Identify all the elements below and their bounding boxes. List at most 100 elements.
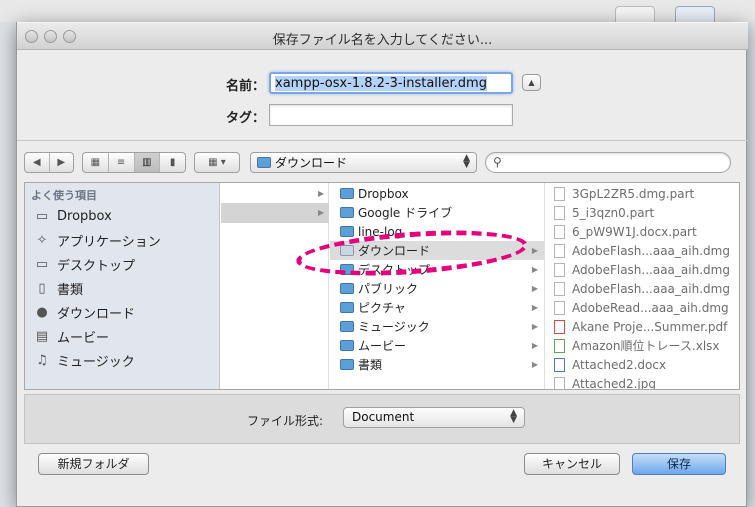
location-popup[interactable]: ダウンロード ▲ ▼ <box>250 152 477 173</box>
arrange-button[interactable]: ▦ ▾ <box>195 153 239 172</box>
sidebar-item-documents[interactable]: ▯ 書類 <box>33 277 83 299</box>
grid-icon: ▦ <box>90 157 101 168</box>
file-icon <box>554 205 565 220</box>
view-mode-control: ▦ ≡ ▥ ▮ <box>82 152 186 173</box>
coverflow-view-button[interactable]: ▮ <box>160 153 185 172</box>
filename-input[interactable]: xampp-osx-1.8.2-3-installer.dmg <box>269 72 513 94</box>
forward-button[interactable]: ▶ <box>50 153 74 172</box>
file-browser: よく使う項目 ▭ Dropbox ✧ アプリケーション ▭ デスクトップ ▯ 書… <box>24 182 740 390</box>
list-item: AdobeFlash...aaa_aih.dmg <box>546 241 739 260</box>
list-item: Akane Proje...Summer.pdf <box>546 317 739 336</box>
list-item[interactable]: ▶ Dropbox <box>318 184 544 203</box>
list-item-downloads-selected[interactable]: ダウンロード ▶ <box>330 241 544 260</box>
downloads-folder-icon <box>340 245 354 256</box>
list-item: 3GpL2ZR5.dmg.part <box>546 184 739 203</box>
spreadsheet-icon <box>554 338 565 353</box>
tag-label: タグ： <box>225 111 265 126</box>
pdf-icon <box>554 319 565 334</box>
folder-icon <box>340 207 354 218</box>
list-item[interactable]: ▶ Google ドライブ <box>318 203 544 222</box>
list-item: Attached2.docx <box>546 355 739 374</box>
disk-image-icon <box>554 243 565 258</box>
downloads-folder-icon <box>257 157 271 168</box>
list-view-button[interactable]: ≡ <box>109 153 135 172</box>
expand-dialog-button[interactable]: ▲ <box>522 74 541 91</box>
sidebar-item-label: デスクトップ <box>57 258 136 274</box>
background-tab <box>675 6 715 22</box>
list-item[interactable]: ムービー ▶ <box>330 336 544 355</box>
folder-icon <box>340 264 354 275</box>
format-label: ファイル形式: <box>247 414 324 428</box>
background-window-right <box>747 22 755 507</box>
disk-image-icon <box>554 281 565 296</box>
word-document-icon <box>554 357 565 372</box>
column-view-button[interactable]: ▥ <box>134 153 161 172</box>
disk-image-icon <box>554 262 565 277</box>
applications-icon: ✧ <box>36 232 48 248</box>
format-popup[interactable]: Document ▲ ▼ <box>343 407 525 428</box>
list-item: 6_pW9W1J.docx.part <box>546 222 739 241</box>
popup-arrows-icon: ▲ ▼ <box>463 153 470 170</box>
sidebar-item-downloads[interactable]: ● ダウンロード <box>33 301 135 323</box>
list-item: AdobeFlash...aaa_aih.dmg <box>546 279 739 298</box>
sidebar-item-applications[interactable]: ✧ アプリケーション <box>33 229 161 251</box>
back-button[interactable]: ◀ <box>25 153 50 172</box>
image-file-icon <box>554 376 565 389</box>
file-column: 3GpL2ZR5.dmg.part 5_i3qzn0.part 6_pW9W1J… <box>546 183 739 389</box>
movies-icon: ▤ <box>35 328 49 344</box>
chevron-right-icon: ▶ <box>531 246 538 255</box>
cancel-button[interactable]: キャンセル <box>524 453 620 475</box>
sidebar-item-desktop[interactable]: ▭ デスクトップ <box>33 253 135 275</box>
list-item[interactable]: ミュージック ▶ <box>330 317 544 336</box>
folder-column: ▶ Dropbox ▶ Google ドライブ line-log ダウンロード ▶ デ… <box>318 183 545 389</box>
sidebar-item-label: 書類 <box>57 282 84 298</box>
music-icon: ♫ <box>36 352 48 368</box>
list-item: AdobeRead...aaa_aih.dmg <box>546 298 739 317</box>
folder-icon <box>340 283 354 294</box>
chevron-right-icon: ▶ <box>531 265 538 274</box>
documents-icon: ▯ <box>38 280 46 296</box>
window-title: 保存ファイル名を入力してください... <box>272 33 493 48</box>
folder-icon <box>340 188 354 199</box>
sidebar-item-dropbox[interactable]: ▭ Dropbox <box>33 205 112 227</box>
chevron-right-icon: ▶ <box>531 303 538 312</box>
parent-column <box>221 183 329 389</box>
list-item[interactable]: ピクチャ ▶ <box>330 298 544 317</box>
folder-icon <box>340 321 354 332</box>
save-button[interactable]: 保存 <box>632 453 726 475</box>
selected-parent-row[interactable] <box>221 203 329 223</box>
location-label: ダウンロード <box>275 156 348 170</box>
icon-view-button[interactable]: ▦ <box>83 153 109 172</box>
chevron-right-icon: ▶ <box>531 284 538 293</box>
sidebar-item-movies[interactable]: ▤ ムービー <box>33 325 109 347</box>
file-icon <box>554 224 565 239</box>
file-icon <box>554 186 565 201</box>
back-arrow-icon: ◀ <box>32 157 41 168</box>
sidebar-item-label: アプリケーション <box>57 234 161 250</box>
list-item[interactable]: 書類 ▶ <box>330 355 544 374</box>
arrange-menu[interactable]: ▦ ▾ <box>194 152 240 173</box>
list-item: Amazon順位トレース.xlsx <box>546 336 739 355</box>
list-item[interactable]: デスクトップ ▶ <box>330 260 544 279</box>
chevron-up-icon: ▲ <box>528 78 535 87</box>
search-field[interactable]: ⚲ <box>485 152 731 173</box>
disclosure-icon: ▶ <box>318 208 325 217</box>
folder-icon: ▭ <box>35 208 49 224</box>
chevron-right-icon: ▶ <box>531 322 538 331</box>
title-bar: 保存ファイル名を入力してください... <box>17 22 748 50</box>
sidebar-item-music[interactable]: ♫ ミュージック <box>33 349 135 371</box>
sidebar: よく使う項目 ▭ Dropbox ✧ アプリケーション ▭ デスクトップ ▯ 書… <box>25 183 220 389</box>
list-item[interactable]: パブリック ▶ <box>330 279 544 298</box>
format-value: Document <box>352 410 415 424</box>
tag-input[interactable] <box>269 104 513 126</box>
arrange-icon: ▦ ▾ <box>208 157 226 168</box>
forward-arrow-icon: ▶ <box>57 157 66 168</box>
list-icon: ≡ <box>116 157 126 168</box>
new-folder-button[interactable]: 新規フォルダ <box>38 453 149 475</box>
folder-icon <box>340 340 354 351</box>
chevron-right-icon: ▶ <box>531 360 538 369</box>
folder-icon <box>340 302 354 313</box>
list-item: 5_i3qzn0.part <box>546 203 739 222</box>
list-item[interactable]: line-log <box>330 222 544 241</box>
divider <box>17 140 748 141</box>
